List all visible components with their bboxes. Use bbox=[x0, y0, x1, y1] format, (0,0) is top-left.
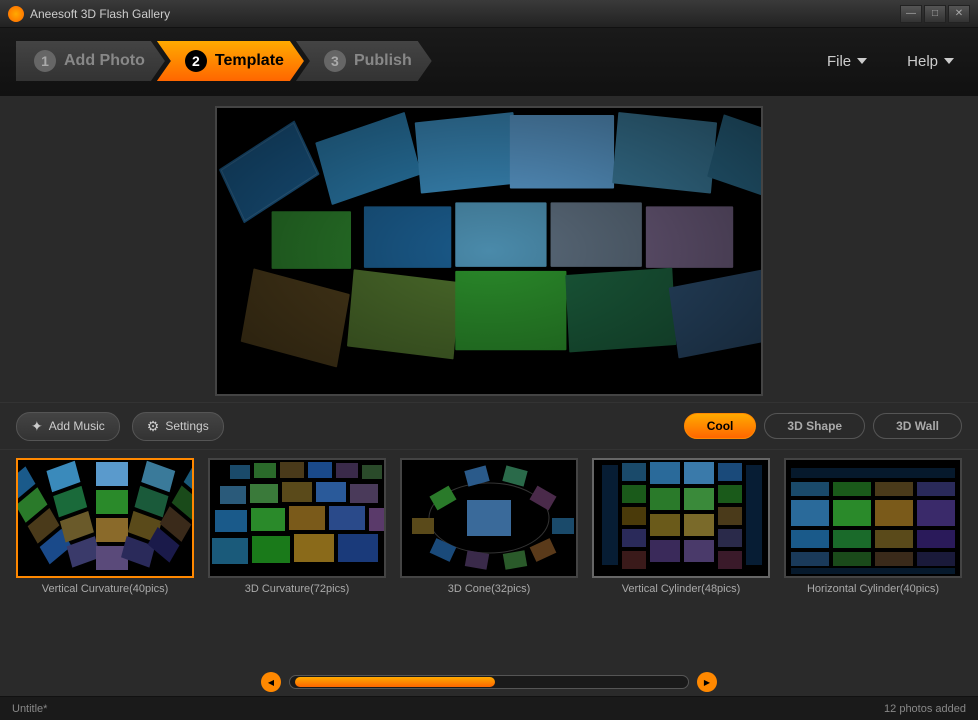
title-bar: Aneesoft 3D Flash Gallery — □ ✕ bbox=[0, 0, 978, 28]
thumb-inner-3 bbox=[594, 460, 768, 576]
scroll-right-button[interactable]: ▶ bbox=[697, 672, 717, 692]
app-icon bbox=[8, 6, 24, 22]
step-template[interactable]: 2 Template bbox=[157, 41, 304, 81]
tab-3d-shape[interactable]: 3D Shape bbox=[764, 413, 865, 439]
window-controls: — □ ✕ bbox=[900, 5, 970, 23]
thumb-inner-4 bbox=[786, 460, 960, 576]
template-label-2: 3D Cone(32pics) bbox=[448, 583, 531, 595]
template-item-vertical-cylinder[interactable]: Vertical Cylinder(48pics) bbox=[592, 458, 770, 595]
scroll-left-button[interactable]: ◀ bbox=[261, 672, 281, 692]
category-tabs: Cool 3D Shape 3D Wall bbox=[684, 413, 962, 439]
preview-area bbox=[0, 96, 978, 402]
tab-3d-wall[interactable]: 3D Wall bbox=[873, 413, 962, 439]
help-menu-button[interactable]: Help bbox=[899, 49, 962, 74]
template-thumb-2 bbox=[400, 458, 578, 578]
scroll-track[interactable] bbox=[289, 675, 689, 689]
template-label-1: 3D Curvature(72pics) bbox=[245, 583, 350, 595]
preview-inner bbox=[217, 108, 761, 394]
thumb-inner-1 bbox=[210, 460, 384, 576]
thumb-svg-0 bbox=[18, 460, 192, 576]
music-icon: ✦ bbox=[31, 418, 43, 435]
settings-label: Settings bbox=[165, 419, 208, 433]
tab-3d-wall-label: 3D Wall bbox=[896, 419, 939, 433]
title-bar-left: Aneesoft 3D Flash Gallery bbox=[8, 6, 170, 22]
step-add-photo[interactable]: 1 Add Photo bbox=[16, 41, 165, 81]
template-label-0: Vertical Curvature(40pics) bbox=[42, 583, 169, 595]
thumb-inner-2 bbox=[402, 460, 576, 576]
file-menu-label: File bbox=[827, 53, 851, 70]
header-right: File Help bbox=[819, 49, 962, 74]
template-thumb-4 bbox=[784, 458, 962, 578]
settings-icon: ⚙ bbox=[147, 418, 160, 435]
preview-frame bbox=[215, 106, 763, 396]
step-number-1: 1 bbox=[34, 50, 56, 72]
template-thumb-3 bbox=[592, 458, 770, 578]
preview-svg bbox=[217, 106, 761, 396]
step-label-3: Publish bbox=[354, 52, 412, 70]
status-photo-count: 12 photos added bbox=[884, 703, 966, 715]
toolbar: ✦ Add Music ⚙ Settings Cool 3D Shape 3D … bbox=[0, 402, 978, 450]
help-menu-label: Help bbox=[907, 53, 938, 70]
templates-scroll: Vertical Curvature(40pics) bbox=[16, 458, 962, 595]
template-item-vertical-curvature[interactable]: Vertical Curvature(40pics) bbox=[16, 458, 194, 595]
templates-container: Vertical Curvature(40pics) bbox=[0, 450, 978, 668]
header: 1 Add Photo 2 Template 3 Publish File He… bbox=[0, 28, 978, 96]
main-content: ✦ Add Music ⚙ Settings Cool 3D Shape 3D … bbox=[0, 96, 978, 696]
thumb-svg-2 bbox=[402, 460, 576, 576]
help-dropdown-arrow-icon bbox=[944, 58, 954, 64]
template-thumb-1 bbox=[208, 458, 386, 578]
scroll-thumb[interactable] bbox=[295, 677, 495, 687]
file-dropdown-arrow-icon bbox=[857, 58, 867, 64]
minimize-button[interactable]: — bbox=[900, 5, 922, 23]
nav-steps: 1 Add Photo 2 Template 3 Publish bbox=[16, 41, 432, 81]
template-thumb-0 bbox=[16, 458, 194, 578]
template-item-3d-cone[interactable]: 3D Cone(32pics) bbox=[400, 458, 578, 595]
maximize-button[interactable]: □ bbox=[924, 5, 946, 23]
thumb-svg-3 bbox=[594, 460, 768, 576]
thumb-svg-1 bbox=[210, 460, 384, 576]
template-item-horizontal-cylinder[interactable]: Horizontal Cylinder(40pics) bbox=[784, 458, 962, 595]
template-item-3d-curvature[interactable]: 3D Curvature(72pics) bbox=[208, 458, 386, 595]
step-number-2: 2 bbox=[185, 50, 207, 72]
step-number-3: 3 bbox=[324, 50, 346, 72]
tab-3d-shape-label: 3D Shape bbox=[787, 419, 842, 433]
close-button[interactable]: ✕ bbox=[948, 5, 970, 23]
tab-cool[interactable]: Cool bbox=[684, 413, 757, 439]
scroll-right-arrow-icon: ▶ bbox=[704, 678, 710, 687]
add-music-label: Add Music bbox=[49, 419, 105, 433]
step-publish[interactable]: 3 Publish bbox=[296, 41, 432, 81]
status-bar: Untitle* 12 photos added bbox=[0, 696, 978, 720]
add-music-button[interactable]: ✦ Add Music bbox=[16, 412, 120, 441]
scroll-left-arrow-icon: ◀ bbox=[268, 678, 274, 687]
thumb-svg-4 bbox=[786, 460, 960, 576]
settings-button[interactable]: ⚙ Settings bbox=[132, 412, 224, 441]
step-label-1: Add Photo bbox=[64, 52, 145, 70]
step-label-2: Template bbox=[215, 52, 284, 70]
file-menu-button[interactable]: File bbox=[819, 49, 875, 74]
tab-cool-label: Cool bbox=[707, 419, 734, 433]
status-filename: Untitle* bbox=[12, 703, 47, 715]
thumb-inner-0 bbox=[18, 460, 192, 576]
template-label-3: Vertical Cylinder(48pics) bbox=[622, 583, 741, 595]
template-label-4: Horizontal Cylinder(40pics) bbox=[807, 583, 939, 595]
title-text: Aneesoft 3D Flash Gallery bbox=[30, 7, 170, 21]
scrollbar-area: ◀ ▶ bbox=[0, 668, 978, 696]
